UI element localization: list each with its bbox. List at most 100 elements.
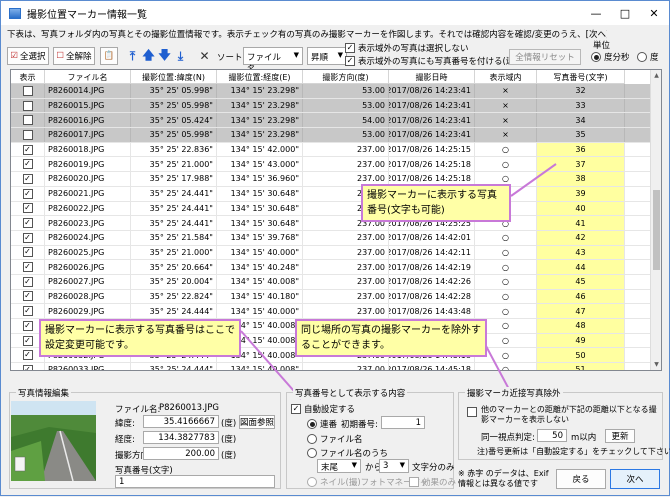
dir-field[interactable]: 200.00 <box>143 447 219 460</box>
exclude-checkbox[interactable] <box>467 407 477 417</box>
checkbox-icon[interactable]: ✓ <box>22 232 33 243</box>
table-row[interactable]: ✓ P8260020.JPG 35° 25' 17.988" 134° 15' 36.… <box>11 172 651 187</box>
show-cell[interactable]: ✓ <box>11 304 45 318</box>
checkbox-icon[interactable]: ✓ <box>22 247 33 258</box>
table-row[interactable]: ✓ P8260021.JPG 35° 25' 24.441" 134° 15' 30.… <box>11 186 651 202</box>
show-cell[interactable] <box>11 84 45 98</box>
table-row[interactable]: P8260015.JPG 35° 25' 05.998" 134° 15' 23.2… <box>11 98 651 114</box>
show-cell[interactable]: ✓ <box>11 216 45 230</box>
show-cell[interactable]: ✓ <box>11 142 45 157</box>
show-cell[interactable]: ✓ <box>11 186 45 201</box>
number-cell[interactable]: 37 <box>537 157 625 172</box>
number-cell[interactable]: 36 <box>537 142 625 157</box>
deselect-all-button[interactable]: ☐ 全解除 <box>53 47 95 65</box>
checkbox-icon[interactable]: ✓ <box>22 335 33 346</box>
table-row[interactable]: P8260016.JPG 35° 25' 05.424" 134° 15' 23.2… <box>11 113 651 129</box>
checkbox-icon[interactable] <box>22 100 33 111</box>
delete-icon[interactable]: ✕ <box>197 47 212 65</box>
paste-button[interactable]: 📋 <box>100 47 118 65</box>
show-cell[interactable]: ✓ <box>11 245 45 260</box>
show-cell[interactable]: ✓ <box>11 172 45 186</box>
col-header-show[interactable]: 表示 <box>11 70 45 84</box>
checkbox-icon[interactable]: ✓ <box>22 306 33 317</box>
show-cell[interactable]: ✓ <box>11 363 45 370</box>
table-row[interactable]: ✓ P8260027.JPG 35° 25' 20.004" 134° 15' 40.… <box>11 274 651 290</box>
map-ref-button[interactable]: 図面参照 <box>239 415 275 429</box>
show-cell[interactable]: ✓ <box>11 230 45 245</box>
minimize-icon[interactable]: — <box>581 1 611 25</box>
table-row[interactable]: ✓ P8260018.JPG 35° 25' 22.836" 134° 15' 42.… <box>11 142 651 158</box>
checkbox-icon[interactable]: ✓ <box>22 364 33 370</box>
move-top-icon[interactable]: ⤒ <box>125 47 140 65</box>
number-cell[interactable]: 49 <box>537 333 625 348</box>
number-cell[interactable]: 35 <box>537 128 625 142</box>
table-row[interactable]: ✓ P8260023.JPG 35° 25' 24.441" 134° 15' 30.… <box>11 216 651 231</box>
checkbox-icon[interactable]: ✓ <box>22 188 33 199</box>
checkbox-icon[interactable]: ✓ <box>22 320 33 331</box>
table-row[interactable]: ✓ P8260028.JPG 35° 25' 22.824" 134° 15' 40.… <box>11 289 651 305</box>
number-cell[interactable]: 38 <box>537 172 625 186</box>
col-header-dir[interactable]: 撮影方向(度) <box>303 70 389 84</box>
lon-field[interactable]: 134.3827783 <box>143 431 219 444</box>
col-header-lon[interactable]: 撮影位置:経度(E) <box>217 70 303 84</box>
table-row[interactable]: ✓ P8260022.JPG 35° 25' 24.441" 134° 15' 30.… <box>11 201 651 217</box>
col-header-number[interactable]: 写真番号(文字) <box>537 70 625 84</box>
col-header-lat[interactable]: 撮影位置:緯度(N) <box>131 70 217 84</box>
reset-all-button[interactable]: 全情報リセット <box>509 49 581 65</box>
table-row[interactable]: ✓ P8260024.JPG 35° 25' 21.584" 134° 15' 39.… <box>11 230 651 246</box>
number-cell[interactable]: 42 <box>537 230 625 245</box>
checkbox-icon[interactable]: ✓ <box>22 262 33 273</box>
checkbox-icon[interactable] <box>22 129 33 140</box>
checkbox-icon[interactable]: ✓ <box>22 291 33 302</box>
table-row[interactable]: ✓ P8260029.JPG 35° 25' 24.444" 134° 15' 40.… <box>11 304 651 319</box>
col-header-date[interactable]: 撮影日時 <box>389 70 475 84</box>
show-cell[interactable] <box>11 128 45 142</box>
update-button[interactable]: 更新 <box>605 429 635 443</box>
sort-order-select[interactable]: 昇順 ▼ <box>307 47 347 65</box>
select-outside-checkbox[interactable]: ✓ 表示域外の写真は選択しない <box>345 42 469 54</box>
number-cell[interactable]: 41 <box>537 216 625 230</box>
close-icon[interactable]: ✕ <box>639 1 669 25</box>
select-all-button[interactable]: ☑ 全選択 <box>7 47 49 65</box>
number-cell[interactable]: 50 <box>537 348 625 363</box>
digits-select[interactable]: 3 ▼ <box>379 459 409 473</box>
checkbox-icon[interactable]: ✓ <box>22 203 33 214</box>
number-outside-checkbox[interactable]: ✓ 表示域外の写真にも写真番号を付ける(連番) <box>345 55 526 67</box>
number-cell[interactable]: 44 <box>537 260 625 274</box>
table-row[interactable]: P8260014.JPG 35° 25' 05.998" 134° 15' 23.2… <box>11 84 651 99</box>
move-down-icon[interactable]: 🡇 <box>157 47 172 65</box>
col-header-inside[interactable]: 表示域内 <box>475 70 537 84</box>
sort-field-select[interactable]: ファイル名▼ <box>243 47 303 75</box>
checkbox-icon[interactable]: ✓ <box>22 276 33 287</box>
table-row[interactable]: ✓ P8260026.JPG 35° 25' 20.664" 134° 15' 40.… <box>11 260 651 275</box>
checkbox-icon[interactable]: ✓ <box>22 159 33 170</box>
initial-number-field[interactable]: 1 <box>381 416 425 429</box>
col-header-file[interactable]: ファイル名 <box>45 70 131 84</box>
checkbox-icon[interactable]: ✓ <box>22 350 33 361</box>
serial-radio[interactable]: 連番 <box>307 418 337 430</box>
show-cell[interactable] <box>11 113 45 128</box>
filename-radio[interactable]: ファイル名 <box>307 433 363 445</box>
number-cell[interactable]: 34 <box>537 113 625 128</box>
dist-field[interactable]: 50 <box>537 429 567 442</box>
number-cell[interactable]: 32 <box>537 84 625 98</box>
number-cell[interactable]: 39 <box>537 186 625 201</box>
show-cell[interactable]: ✓ <box>11 260 45 274</box>
number-cell[interactable]: 33 <box>537 98 625 113</box>
show-cell[interactable] <box>11 98 45 113</box>
show-cell[interactable]: ✓ <box>11 201 45 216</box>
number-cell[interactable]: 40 <box>537 201 625 216</box>
show-cell[interactable]: ✓ <box>11 274 45 289</box>
lat-field[interactable]: 35.4166667 <box>143 415 219 428</box>
checkbox-icon[interactable] <box>22 85 33 96</box>
table-row[interactable]: ✓ P8260019.JPG 35° 25' 21.000" 134° 15' 43.… <box>11 157 651 173</box>
maximize-icon[interactable]: □ <box>610 1 640 25</box>
table-row[interactable]: ✓ P8260025.JPG 35° 25' 21.000" 134° 15' 40.… <box>11 245 651 261</box>
move-bottom-icon[interactable]: ⤓ <box>173 47 188 65</box>
table-scrollbar[interactable]: ▲ ▼ <box>650 70 661 370</box>
move-up-icon[interactable]: 🡅 <box>141 47 156 65</box>
next-button[interactable]: 次へ <box>610 469 660 489</box>
auto-set-checkbox[interactable]: ✓ 自動設定する <box>291 403 355 415</box>
checkbox-icon[interactable]: ✓ <box>22 218 33 229</box>
num-field[interactable]: 1 <box>115 475 275 488</box>
